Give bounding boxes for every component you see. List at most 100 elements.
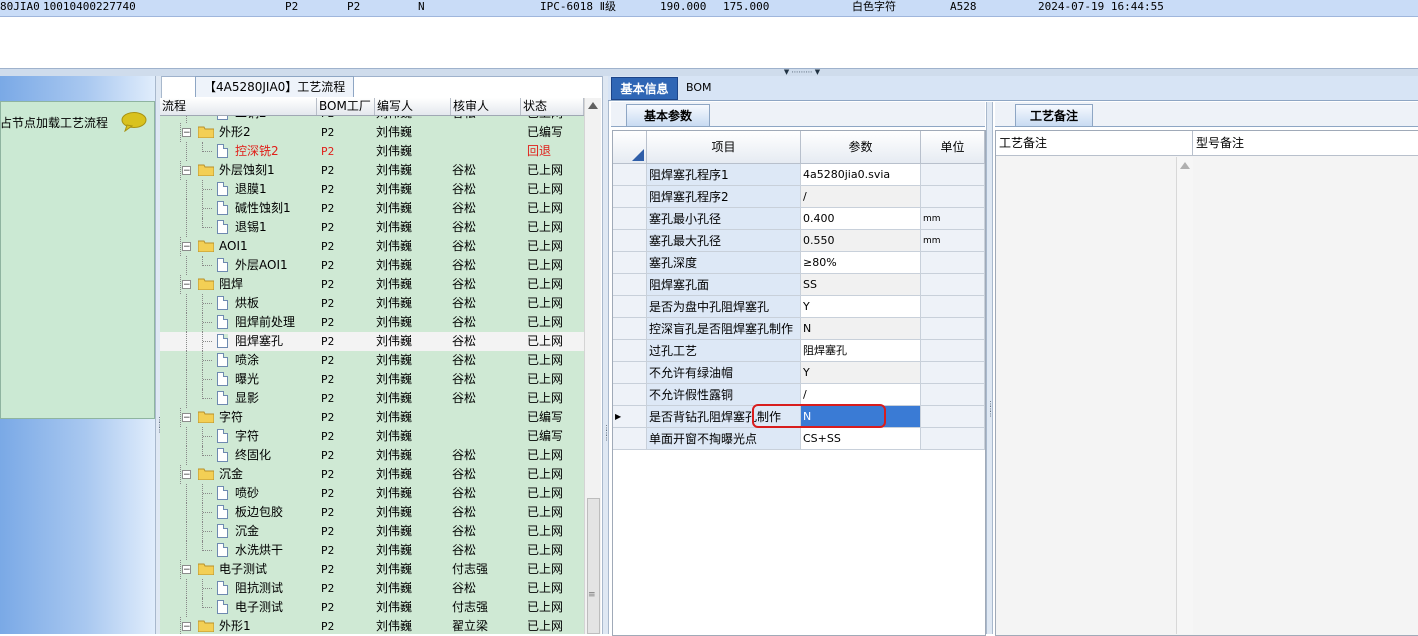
col-header-model-notes[interactable]: 型号备注	[1193, 131, 1418, 156]
param-value-cell[interactable]: 4a5280jia0.svia	[801, 164, 921, 186]
collapse-toggle-icon[interactable]: −	[182, 470, 191, 480]
param-row[interactable]: 单面开窗不掏曝光点 CS+SS	[613, 428, 985, 450]
param-row[interactable]: 塞孔最大孔径 0.550 mm	[613, 230, 985, 252]
row-indicator[interactable]	[613, 296, 647, 318]
row-indicator[interactable]	[613, 274, 647, 296]
col-header-unit[interactable]: 单位	[921, 131, 985, 164]
collapse-toggle-icon[interactable]: −	[182, 242, 191, 252]
row-indicator[interactable]	[613, 384, 647, 406]
tab-basic-info[interactable]: 基本信息	[611, 77, 678, 100]
param-value-cell[interactable]: CS+SS	[801, 428, 921, 450]
param-row[interactable]: 阻焊塞孔程序2/	[613, 186, 985, 208]
tree-row[interactable]: 电子测试 P2 刘伟巍 付志强 已上网	[160, 598, 584, 617]
col-header-process-notes[interactable]: 工艺备注	[996, 131, 1193, 156]
param-row[interactable]: 是否为盘中孔阻焊塞孔 Y	[613, 296, 985, 318]
param-row[interactable]: 过孔工艺 阻焊塞孔	[613, 340, 985, 362]
tree-row[interactable]: − 字符 P2 刘伟巍 已编写	[160, 408, 584, 427]
status-cell: 已上网	[527, 562, 564, 576]
param-value-cell[interactable]: /	[801, 384, 921, 406]
col-header-reviewer[interactable]: 核审人	[451, 98, 521, 115]
tab-process-notes[interactable]: 工艺备注	[1015, 104, 1093, 126]
tree-row[interactable]: − AOI1 P2 刘伟巍 谷松 已上网	[160, 237, 584, 256]
tree-row[interactable]: − 外层蚀刻1 P2 刘伟巍 谷松 已上网	[160, 161, 584, 180]
tree-scrollbar[interactable]: ≡	[584, 98, 601, 634]
param-row[interactable]: 塞孔深度 ≥80%	[613, 252, 985, 274]
splitter-grip-icon[interactable]: ▼ ⋯⋯⋯ ▼	[770, 69, 834, 76]
param-value-cell[interactable]: 0.550	[801, 230, 921, 252]
row-indicator[interactable]	[613, 318, 647, 340]
tree-row[interactable]: 字符 P2 刘伟巍 已编写	[160, 427, 584, 446]
notes-scrollbar[interactable]	[1176, 157, 1194, 634]
tree-row[interactable]: 板边包胶 P2 刘伟巍 谷松 已上网	[160, 503, 584, 522]
collapse-toggle-icon[interactable]: −	[182, 622, 191, 632]
row-indicator[interactable]	[613, 428, 647, 450]
speech-bubble-icon[interactable]	[121, 112, 147, 132]
param-value-cell[interactable]: ≥80%	[801, 252, 921, 274]
param-value-cell[interactable]: /	[801, 186, 921, 208]
param-value-cell[interactable]: N	[801, 318, 921, 340]
tree-row[interactable]: 阻抗测试 P2 刘伟巍 谷松 已上网	[160, 579, 584, 598]
editor-cell: 刘伟巍	[376, 315, 413, 329]
row-indicator[interactable]	[613, 362, 647, 384]
tree-row[interactable]: 喷涂 P2 刘伟巍 谷松 已上网	[160, 351, 584, 370]
tree-row[interactable]: − 外形2 P2 刘伟巍 已编写	[160, 123, 584, 142]
tree-row[interactable]: − 沉金 P2 刘伟巍 谷松 已上网	[160, 465, 584, 484]
collapse-toggle-icon[interactable]: −	[182, 565, 191, 575]
param-value-cell[interactable]: 0.400	[801, 208, 921, 230]
collapse-toggle-icon[interactable]: −	[182, 128, 191, 138]
row-indicator[interactable]	[613, 164, 647, 186]
scroll-thumb[interactable]	[587, 498, 600, 634]
tree-row[interactable]: 碱性蚀刻1 P2 刘伟巍 谷松 已上网	[160, 199, 584, 218]
tree-row[interactable]: 退锡1 P2 刘伟巍 谷松 已上网	[160, 218, 584, 237]
col-header-bom-factory[interactable]: BOM工厂	[317, 98, 375, 115]
scroll-up-icon[interactable]	[1180, 162, 1190, 169]
process-flow-tab[interactable]: 【4A5280JIA0】工艺流程	[195, 76, 355, 97]
tab-basic-params[interactable]: 基本参数	[626, 104, 710, 126]
col-header-item[interactable]: 项目	[647, 131, 801, 164]
collapse-toggle-icon[interactable]: −	[182, 413, 191, 423]
row-indicator[interactable]	[613, 230, 647, 252]
col-header-editor[interactable]: 编写人	[375, 98, 451, 115]
param-row[interactable]: 塞孔最小孔径 0.400 mm	[613, 208, 985, 230]
param-row[interactable]: 阻焊塞孔面 SS	[613, 274, 985, 296]
param-value-cell[interactable]: 阻焊塞孔	[801, 340, 921, 362]
right-vertical-splitter[interactable]: ⋮ ⋮ ⋮	[986, 102, 994, 634]
tree-row[interactable]: 阻焊前处理 P2 刘伟巍 谷松 已上网	[160, 313, 584, 332]
row-indicator[interactable]	[613, 186, 647, 208]
param-row[interactable]: 不允许假性露铜 /	[613, 384, 985, 406]
row-indicator[interactable]: ▶	[613, 406, 647, 428]
tree-row[interactable]: 退膜1 P2 刘伟巍 谷松 已上网	[160, 180, 584, 199]
tree-row[interactable]: 阻焊塞孔 P2 刘伟巍 谷松 已上网	[160, 332, 584, 351]
tree-row[interactable]: 沉金 P2 刘伟巍 谷松 已上网	[160, 522, 584, 541]
param-value-cell[interactable]: SS	[801, 274, 921, 296]
tree-row[interactable]: − 阻焊 P2 刘伟巍 谷松 已上网	[160, 275, 584, 294]
row-indicator[interactable]	[613, 208, 647, 230]
param-row[interactable]: 控深盲孔是否阻焊塞孔制作 N	[613, 318, 985, 340]
collapse-toggle-icon[interactable]: −	[182, 280, 191, 290]
col-header-param[interactable]: 参数	[801, 131, 921, 164]
collapse-toggle-icon[interactable]: −	[182, 166, 191, 176]
col-header-status[interactable]: 状态	[521, 98, 584, 115]
param-row[interactable]: 阻焊塞孔程序1 4a5280jia0.svia	[613, 164, 985, 186]
tree-row[interactable]: 喷砂 P2 刘伟巍 谷松 已上网	[160, 484, 584, 503]
param-value-cell[interactable]: Y	[801, 362, 921, 384]
param-row[interactable]: 不允许有绿油帽 Y	[613, 362, 985, 384]
tree-row[interactable]: 曝光 P2 刘伟巍 谷松 已上网	[160, 370, 584, 389]
row-indicator[interactable]	[613, 340, 647, 362]
tab-bom[interactable]: BOM	[686, 80, 712, 96]
scroll-up-icon[interactable]	[588, 102, 598, 109]
tree-row[interactable]: − 外形1 P2 刘伟巍 翟立梁 已上网	[160, 617, 584, 634]
col-header-flow[interactable]: 流程	[160, 98, 317, 115]
tree-row[interactable]: 烘板 P2 刘伟巍 谷松 已上网	[160, 294, 584, 313]
tree-row[interactable]: 外层AOI1 P2 刘伟巍 谷松 已上网	[160, 256, 584, 275]
tree-row[interactable]: 终固化 P2 刘伟巍 谷松 已上网	[160, 446, 584, 465]
status-cell: 已上网	[527, 182, 564, 196]
tree-row[interactable]: 水洗烘干 P2 刘伟巍 谷松 已上网	[160, 541, 584, 560]
tree-row[interactable]: 控深铣2 P2 刘伟巍 回退	[160, 142, 584, 161]
param-value-cell[interactable]: Y	[801, 296, 921, 318]
row-indicator[interactable]	[613, 252, 647, 274]
middle-vertical-splitter[interactable]: ⋮ ⋮ ⋮	[602, 76, 610, 634]
tree-row[interactable]: − 电子测试 P2 刘伟巍 付志强 已上网	[160, 560, 584, 579]
selected-order-row[interactable]: 80JIA0 10010400227740 P2 P2 N IPC-6018 Ⅱ…	[0, 0, 1418, 17]
tree-row[interactable]: 显影 P2 刘伟巍 谷松 已上网	[160, 389, 584, 408]
